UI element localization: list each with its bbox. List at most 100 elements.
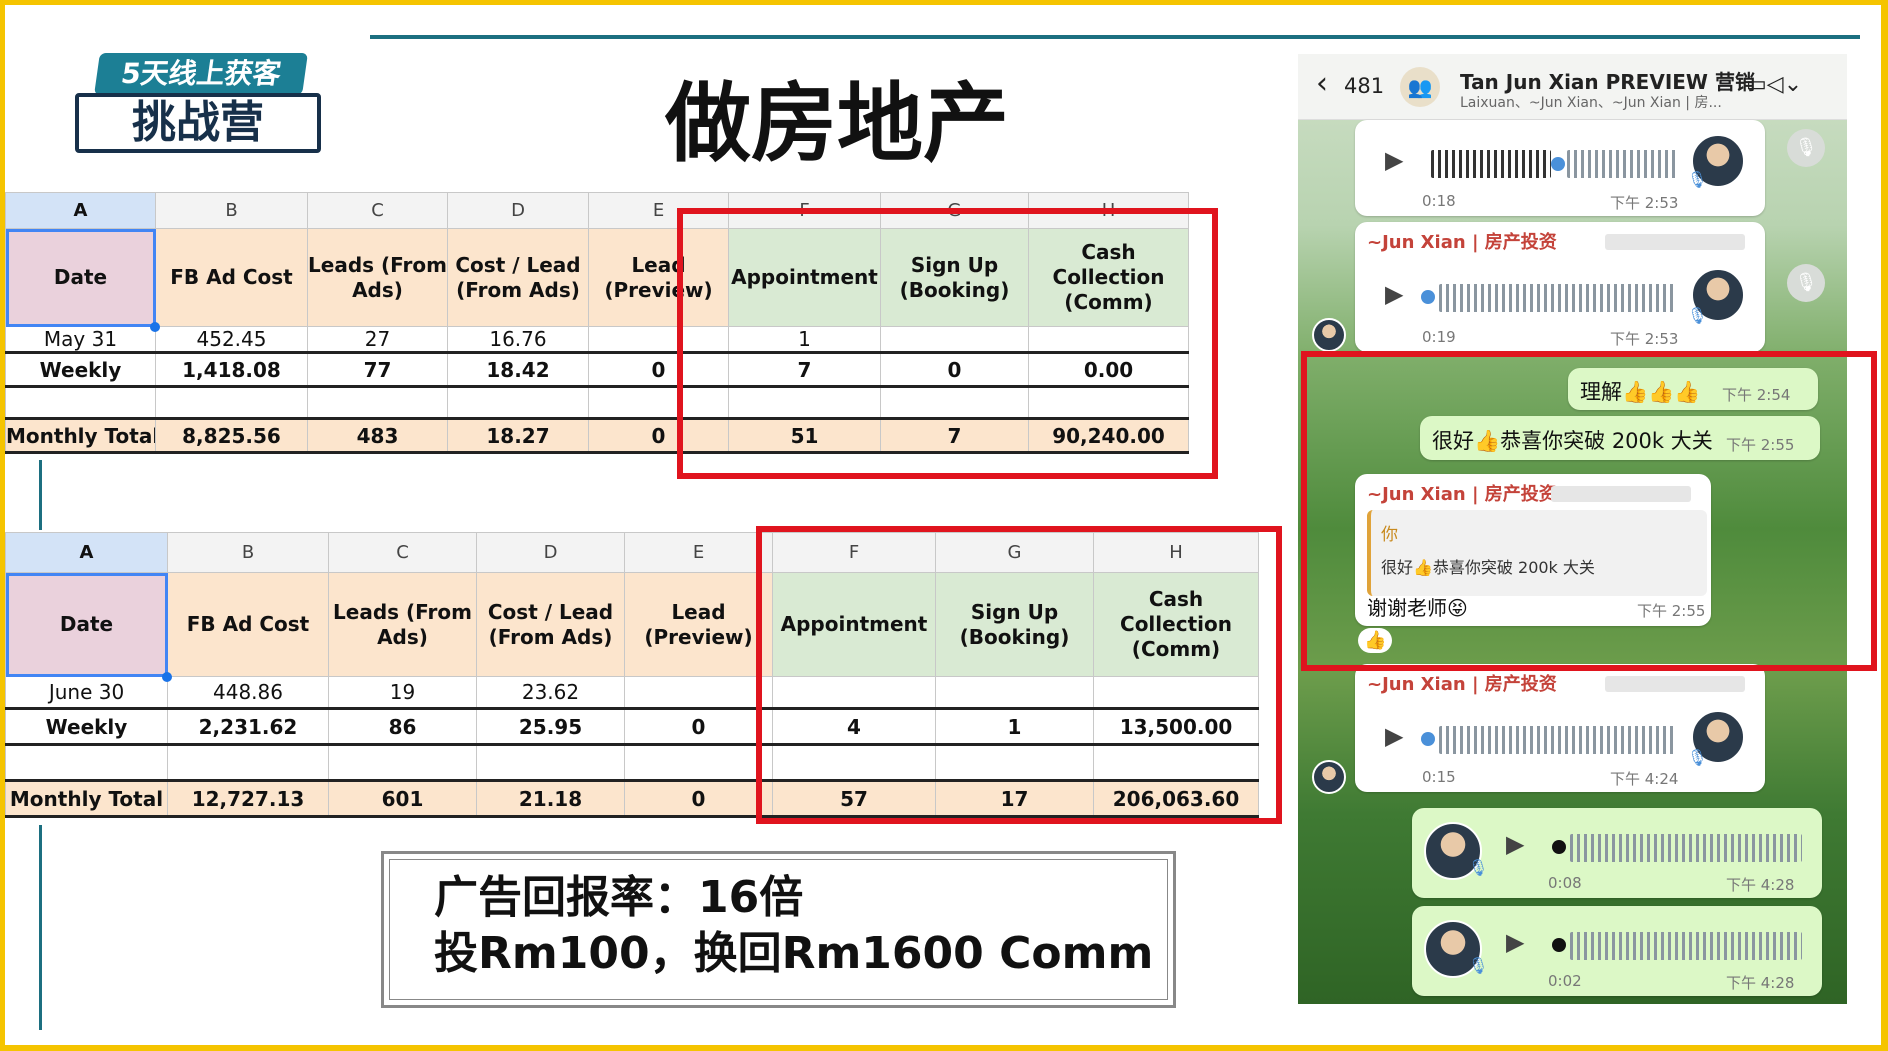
video-call-icon[interactable]: ▭◁⌄ bbox=[1746, 72, 1802, 97]
redacted-phone bbox=[1605, 234, 1745, 250]
cell[interactable]: 21.18 bbox=[476, 780, 625, 818]
header-lead-preview[interactable]: Lead (Preview) bbox=[624, 572, 773, 677]
sender-name[interactable]: ~Jun Xian | 房产投资 bbox=[1367, 670, 1557, 696]
cell-empty[interactable] bbox=[476, 744, 625, 782]
cell[interactable]: 601 bbox=[328, 780, 477, 818]
outgoing-voice-message[interactable]: 🎙 ▶ 0:08 下午 4:28 bbox=[1412, 808, 1822, 898]
logo-line1: 5天线上获客 bbox=[94, 53, 308, 95]
column-letter-e[interactable]: E bbox=[624, 532, 773, 573]
cell[interactable]: 2,231.62 bbox=[167, 708, 329, 746]
selection-handle[interactable] bbox=[162, 672, 172, 682]
play-icon[interactable]: ▶ bbox=[1385, 722, 1403, 750]
column-letter-c[interactable]: C bbox=[328, 532, 477, 573]
group-avatar-icon[interactable]: 👥 bbox=[1400, 67, 1440, 107]
unread-count[interactable]: 481 bbox=[1344, 74, 1384, 98]
cell[interactable]: June 30 bbox=[5, 676, 168, 710]
column-letter-d[interactable]: D bbox=[476, 532, 625, 573]
cell-empty[interactable] bbox=[155, 386, 308, 420]
cell[interactable]: 27 bbox=[307, 326, 448, 354]
redacted-phone bbox=[1605, 676, 1745, 692]
mic-icon: 🎙 bbox=[1468, 858, 1489, 877]
group-name[interactable]: Tan Jun Xian PREVIEW 营销 bbox=[1460, 66, 1755, 95]
play-icon[interactable]: ▶ bbox=[1506, 830, 1524, 858]
cell[interactable]: 0 bbox=[624, 708, 773, 746]
cell[interactable]: 8,825.56 bbox=[155, 418, 308, 454]
cell[interactable]: 23.62 bbox=[476, 676, 625, 710]
cell[interactable]: 86 bbox=[328, 708, 477, 746]
cell-monthly-total-label[interactable]: Monthly Total bbox=[5, 418, 156, 454]
transcribe-icon[interactable]: 🎙 bbox=[1787, 129, 1825, 167]
cell[interactable]: 448.86 bbox=[167, 676, 329, 710]
outgoing-voice-message[interactable]: 🎙 ▶ 0:02 下午 4:28 bbox=[1412, 906, 1822, 996]
cell-empty[interactable] bbox=[167, 744, 329, 782]
chat-header: ‹ 481 👥 Tan Jun Xian PREVIEW 营销 Laixuan、… bbox=[1298, 54, 1847, 120]
playhead[interactable] bbox=[1552, 938, 1566, 952]
cell[interactable] bbox=[624, 676, 773, 710]
slide-title: 做房地产 bbox=[665, 73, 1009, 174]
column-letter-b[interactable]: B bbox=[155, 192, 308, 229]
playhead[interactable] bbox=[1421, 732, 1435, 746]
header-cost-per-lead[interactable]: Cost / Lead (From Ads) bbox=[476, 572, 625, 677]
voice-message[interactable]: ▶ 🎙 0:18 下午 2:53 bbox=[1355, 120, 1765, 216]
voice-duration: 0:19 bbox=[1422, 328, 1456, 346]
playhead[interactable] bbox=[1551, 157, 1565, 171]
play-icon[interactable]: ▶ bbox=[1385, 280, 1403, 308]
play-icon[interactable]: ▶ bbox=[1506, 928, 1524, 956]
header-date[interactable]: Date bbox=[5, 228, 156, 327]
selection-handle[interactable] bbox=[150, 322, 160, 332]
cell-weekly-label[interactable]: Weekly bbox=[5, 352, 156, 388]
column-letter-a[interactable]: A bbox=[5, 532, 168, 573]
cell-empty[interactable] bbox=[624, 744, 773, 782]
cell-empty[interactable] bbox=[328, 744, 477, 782]
cell[interactable]: 0 bbox=[624, 780, 773, 818]
waveform bbox=[1439, 284, 1677, 312]
cell[interactable]: 16.76 bbox=[447, 326, 589, 354]
column-letter-c[interactable]: C bbox=[307, 192, 448, 229]
sender-avatar[interactable] bbox=[1312, 760, 1346, 794]
cell-weekly-label[interactable]: Weekly bbox=[5, 708, 168, 746]
header-leads[interactable]: Leads (From Ads) bbox=[307, 228, 448, 327]
cell[interactable]: May 31 bbox=[5, 326, 156, 354]
back-arrow-icon[interactable]: ‹ bbox=[1316, 66, 1328, 101]
voice-message[interactable]: ~Jun Xian | 房产投资 ▶ 🎙 0:19 下午 2:53 bbox=[1355, 222, 1765, 352]
cell-empty[interactable] bbox=[307, 386, 448, 420]
cell[interactable]: 1,418.08 bbox=[155, 352, 308, 388]
cell-empty[interactable] bbox=[5, 744, 168, 782]
sender-avatar[interactable] bbox=[1312, 318, 1346, 352]
cell[interactable]: 18.27 bbox=[447, 418, 589, 454]
cell[interactable]: 483 bbox=[307, 418, 448, 454]
message-time: 下午 2:53 bbox=[1610, 330, 1679, 348]
highlight-box bbox=[677, 208, 1218, 479]
highlight-box bbox=[1301, 351, 1877, 671]
voice-message[interactable]: ~Jun Xian | 房产投资 ▶ 🎙 0:15 下午 4:24 bbox=[1355, 664, 1765, 792]
voice-duration: 0:02 bbox=[1548, 972, 1582, 990]
playhead[interactable] bbox=[1552, 840, 1566, 854]
cell-empty[interactable] bbox=[5, 386, 156, 420]
mic-icon: 🎙 bbox=[1687, 306, 1708, 325]
column-letter-b[interactable]: B bbox=[167, 532, 329, 573]
header-fb-ad-cost[interactable]: FB Ad Cost bbox=[155, 228, 308, 327]
header-leads[interactable]: Leads (From Ads) bbox=[328, 572, 477, 677]
cell[interactable]: 452.45 bbox=[155, 326, 308, 354]
header-fb-ad-cost[interactable]: FB Ad Cost bbox=[167, 572, 329, 677]
transcribe-icon[interactable]: 🎙 bbox=[1787, 264, 1825, 302]
sender-name[interactable]: ~Jun Xian | 房产投资 bbox=[1367, 228, 1557, 254]
cell[interactable]: 19 bbox=[328, 676, 477, 710]
caption-frame bbox=[389, 859, 1168, 1000]
play-icon[interactable]: ▶ bbox=[1385, 146, 1403, 174]
voice-duration: 0:08 bbox=[1548, 874, 1582, 892]
cell[interactable]: 77 bbox=[307, 352, 448, 388]
waveform bbox=[1570, 932, 1802, 960]
cell[interactable]: 18.42 bbox=[447, 352, 589, 388]
column-letter-d[interactable]: D bbox=[447, 192, 589, 229]
cell-monthly-total-label[interactable]: Monthly Total bbox=[5, 780, 168, 818]
logo-line2: 挑战营 bbox=[75, 93, 321, 153]
cell[interactable]: 25.95 bbox=[476, 708, 625, 746]
header-date[interactable]: Date bbox=[5, 572, 168, 677]
cell-empty[interactable] bbox=[447, 386, 589, 420]
header-cost-per-lead[interactable]: Cost / Lead (From Ads) bbox=[447, 228, 589, 327]
column-letter-a[interactable]: A bbox=[5, 192, 156, 229]
cell[interactable]: 12,727.13 bbox=[167, 780, 329, 818]
highlight-box bbox=[756, 526, 1282, 824]
playhead[interactable] bbox=[1421, 290, 1435, 304]
